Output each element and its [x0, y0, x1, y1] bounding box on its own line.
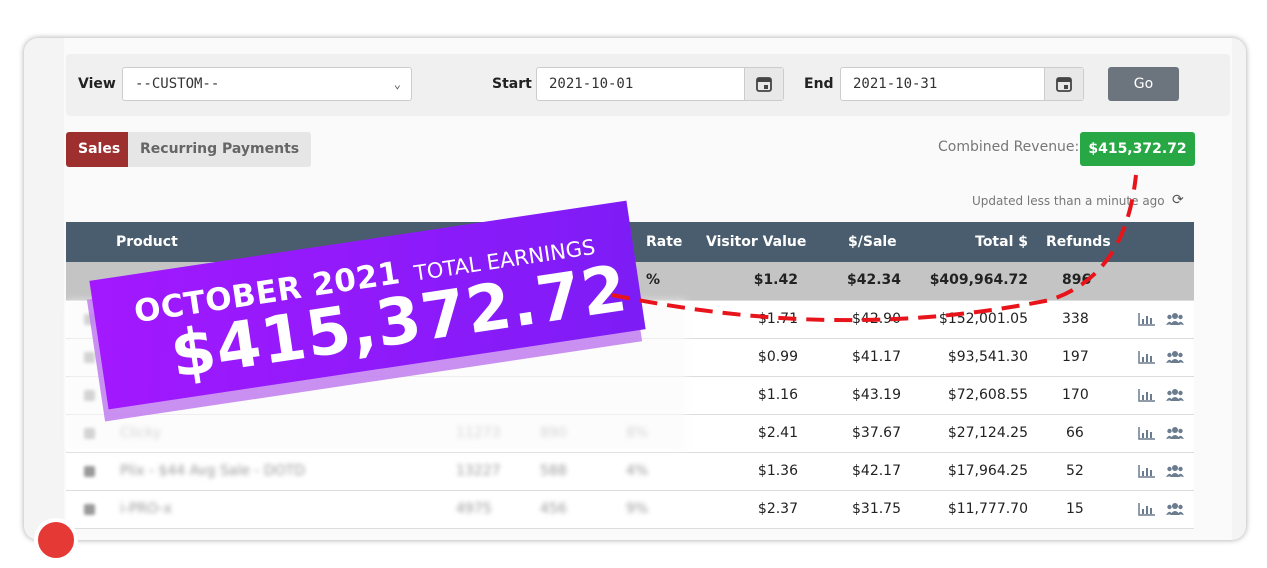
dashed-arrow [611, 174, 1138, 323]
logo-circle [34, 518, 78, 562]
